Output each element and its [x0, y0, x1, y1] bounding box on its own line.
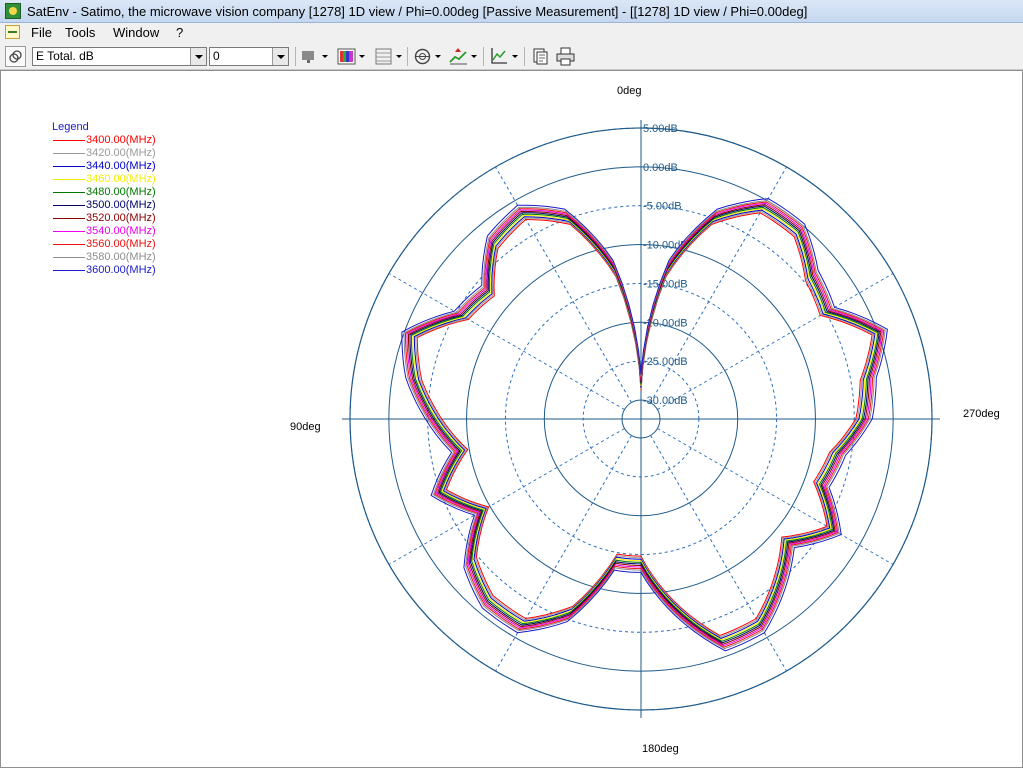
- radial-tick-label: -30.00dB: [643, 395, 688, 407]
- angle-label-0: 0deg: [617, 85, 642, 97]
- legend-entry: 3560.00(MHz): [52, 238, 156, 251]
- legend-items: 3400.00(MHz) 3420.00(MHz) 3440.00(MHz) 3460…: [52, 134, 156, 277]
- dropdown-arrow-icon[interactable]: [434, 48, 442, 65]
- legend-label: 3500.00(MHz): [86, 199, 156, 211]
- legend-title: Legend: [52, 121, 89, 133]
- axis-icon[interactable]: [488, 46, 509, 67]
- link-icon[interactable]: [5, 46, 26, 67]
- radial-tick-label: 0.00dB: [643, 162, 678, 174]
- pattern-curves: [401, 198, 888, 652]
- legend-label: 3460.00(MHz): [86, 173, 156, 185]
- legend-swatch: [53, 270, 85, 271]
- dropdown-arrow-icon[interactable]: [511, 48, 519, 65]
- dropdown-arrow-icon[interactable]: [358, 48, 366, 65]
- legend-swatch: [53, 231, 85, 232]
- menu-tools[interactable]: Tools: [65, 25, 95, 40]
- radial-tick-label: -25.00dB: [643, 356, 688, 368]
- legend-swatch: [53, 205, 85, 206]
- dropdown-arrow-icon[interactable]: [321, 48, 329, 65]
- legend-swatch: [53, 166, 85, 167]
- legend-label: 3600.00(MHz): [86, 264, 156, 276]
- chevron-down-icon[interactable]: [190, 48, 206, 65]
- legend-swatch: [53, 153, 85, 154]
- legend-swatch: [53, 192, 85, 193]
- app-icon: [5, 3, 21, 19]
- quantity-select-value: E Total. dB: [36, 49, 94, 63]
- grid-icon[interactable]: [373, 46, 394, 67]
- chevron-down-icon[interactable]: [272, 48, 288, 65]
- toolbar-separator: [524, 47, 525, 66]
- legend-entry: 3480.00(MHz): [52, 186, 156, 199]
- legend-label: 3520.00(MHz): [86, 212, 156, 224]
- polar-icon[interactable]: [412, 46, 433, 67]
- legend-label: 3400.00(MHz): [86, 134, 156, 146]
- toolbar-separator: [407, 47, 408, 66]
- title-bar: SatEnv - Satimo, the microwave vision co…: [0, 0, 1023, 23]
- legend-label: 3440.00(MHz): [86, 160, 156, 172]
- legend-entry: 3460.00(MHz): [52, 173, 156, 186]
- radial-ticks: 5.00dB0.00dB-5.00dB-10.00dB-15.00dB-20.0…: [643, 123, 688, 407]
- legend: Legend 3400.00(MHz) 3420.00(MHz) 3440.00(M…: [52, 121, 156, 277]
- toolbar-separator: [295, 47, 296, 66]
- radial-tick-label: -5.00dB: [643, 201, 682, 213]
- radial-tick-label: 5.00dB: [643, 123, 678, 135]
- angle-label-270: 270deg: [963, 408, 1000, 420]
- value-select-value: 0: [213, 49, 220, 63]
- legend-swatch: [53, 140, 85, 141]
- toolbar: E Total. dB 0: [0, 43, 1023, 70]
- peak-icon[interactable]: [448, 46, 469, 67]
- legend-entry: 3440.00(MHz): [52, 160, 156, 173]
- menu-bar: File Tools Window ?: [0, 23, 1023, 43]
- value-select[interactable]: 0: [209, 47, 289, 66]
- view-3d-icon[interactable]: [299, 46, 320, 67]
- window-title: SatEnv - Satimo, the microwave vision co…: [27, 4, 808, 19]
- quantity-select[interactable]: E Total. dB: [32, 47, 207, 66]
- legend-entry: 3500.00(MHz): [52, 199, 156, 212]
- grid-spoke: [657, 428, 894, 565]
- legend-entry: 3420.00(MHz): [52, 147, 156, 160]
- legend-swatch: [53, 218, 85, 219]
- color-scale-icon[interactable]: [336, 46, 357, 67]
- print-icon[interactable]: [555, 46, 576, 67]
- legend-label: 3480.00(MHz): [86, 186, 156, 198]
- document-icon[interactable]: [5, 25, 20, 39]
- toolbar-separator: [483, 47, 484, 66]
- angle-label-180: 180deg: [642, 743, 679, 755]
- menu-window[interactable]: Window: [113, 25, 159, 40]
- legend-entry: 3400.00(MHz): [52, 134, 156, 147]
- angle-label-90: 90deg: [290, 421, 321, 433]
- legend-label: 3540.00(MHz): [86, 225, 156, 237]
- dropdown-arrow-icon[interactable]: [395, 48, 403, 65]
- legend-entry: 3540.00(MHz): [52, 225, 156, 238]
- series-curve: [401, 198, 888, 652]
- legend-swatch: [53, 257, 85, 258]
- chart-view[interactable]: 5.00dB 0.00dB -5.00dB -10.00dB -15.00dB -20.0…: [0, 70, 1023, 768]
- legend-label: 3580.00(MHz): [86, 251, 156, 263]
- radial-tick-label: -15.00dB: [643, 278, 688, 290]
- legend-swatch: [53, 179, 85, 180]
- legend-swatch: [53, 244, 85, 245]
- legend-label: 3420.00(MHz): [86, 147, 156, 159]
- polar-grid: [342, 120, 940, 718]
- legend-entry: 3520.00(MHz): [52, 212, 156, 225]
- legend-label: 3560.00(MHz): [86, 238, 156, 250]
- menu-help[interactable]: ?: [176, 25, 183, 40]
- grid-spoke: [495, 166, 632, 403]
- copy-icon[interactable]: [530, 46, 551, 67]
- dropdown-arrow-icon[interactable]: [470, 48, 478, 65]
- legend-entry: 3600.00(MHz): [52, 264, 156, 277]
- legend-entry: 3580.00(MHz): [52, 251, 156, 264]
- menu-file[interactable]: File: [31, 25, 52, 40]
